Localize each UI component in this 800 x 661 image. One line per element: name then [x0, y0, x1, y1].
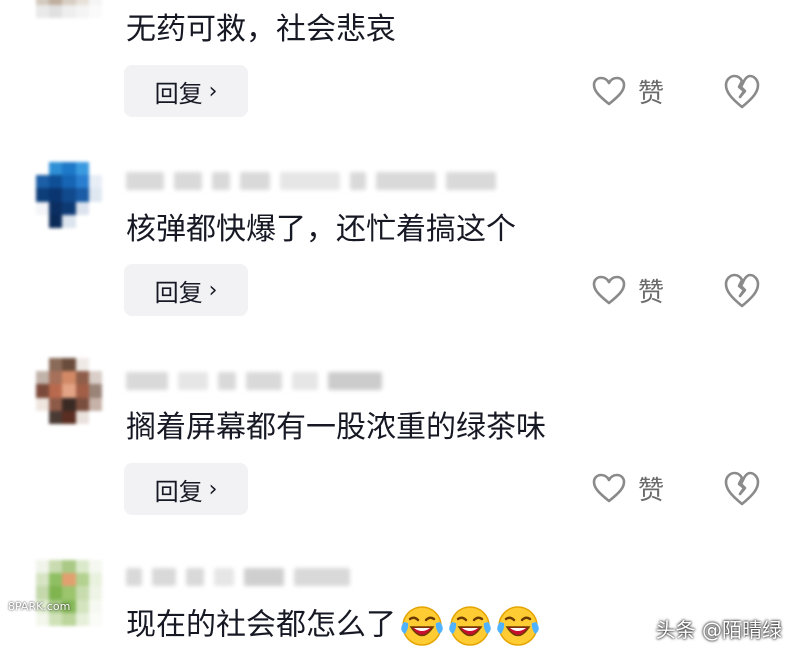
laughing-crying-emoji-icon [497, 606, 539, 646]
username-blurred [126, 368, 382, 394]
avatar[interactable] [36, 0, 102, 18]
like-label: 赞 [638, 475, 665, 506]
toutiao-watermark: 头条 @陌晴绿 [655, 618, 782, 642]
avatar[interactable] [36, 560, 102, 626]
comment-text: 无药可救，社会悲哀 [126, 12, 396, 47]
chevron-right-icon: › [208, 78, 218, 104]
site-watermark: 8PARK.com [8, 600, 71, 613]
reply-button[interactable]: 回复 › [124, 463, 248, 515]
chevron-right-icon: › [208, 277, 218, 303]
username-blurred [126, 168, 496, 194]
like-label: 赞 [638, 277, 665, 308]
avatar[interactable] [36, 358, 102, 424]
comment-text: 搁着屏幕都有一股浓重的绿茶味 [126, 410, 546, 445]
like-button[interactable]: 赞 [592, 468, 664, 508]
like-label: 赞 [638, 78, 665, 109]
chevron-right-icon: › [208, 476, 218, 502]
broken-heart-icon[interactable] [722, 71, 762, 111]
reply-button[interactable]: 回复 › [124, 65, 248, 117]
reply-label: 回复 [154, 278, 203, 307]
broken-heart-icon[interactable] [722, 468, 762, 508]
laughing-crying-emoji-icon [401, 606, 443, 646]
heart-icon [592, 473, 626, 503]
like-button[interactable]: 赞 [592, 270, 664, 310]
comment-text-content: 现在的社会都怎么了 [126, 607, 396, 643]
broken-heart-icon[interactable] [722, 270, 762, 310]
like-button[interactable]: 赞 [592, 71, 664, 111]
reply-button[interactable]: 回复 › [124, 264, 248, 316]
heart-icon [592, 76, 626, 106]
avatar[interactable] [36, 162, 102, 228]
comment-text: 现在的社会都怎么了 [126, 604, 540, 648]
reply-label: 回复 [154, 477, 203, 506]
username-blurred [126, 564, 350, 590]
heart-icon [592, 275, 626, 305]
reply-label: 回复 [154, 79, 203, 108]
laughing-crying-emoji-icon [449, 606, 491, 646]
comment-text: 核弹都快爆了，还忙着搞这个 [126, 212, 516, 247]
